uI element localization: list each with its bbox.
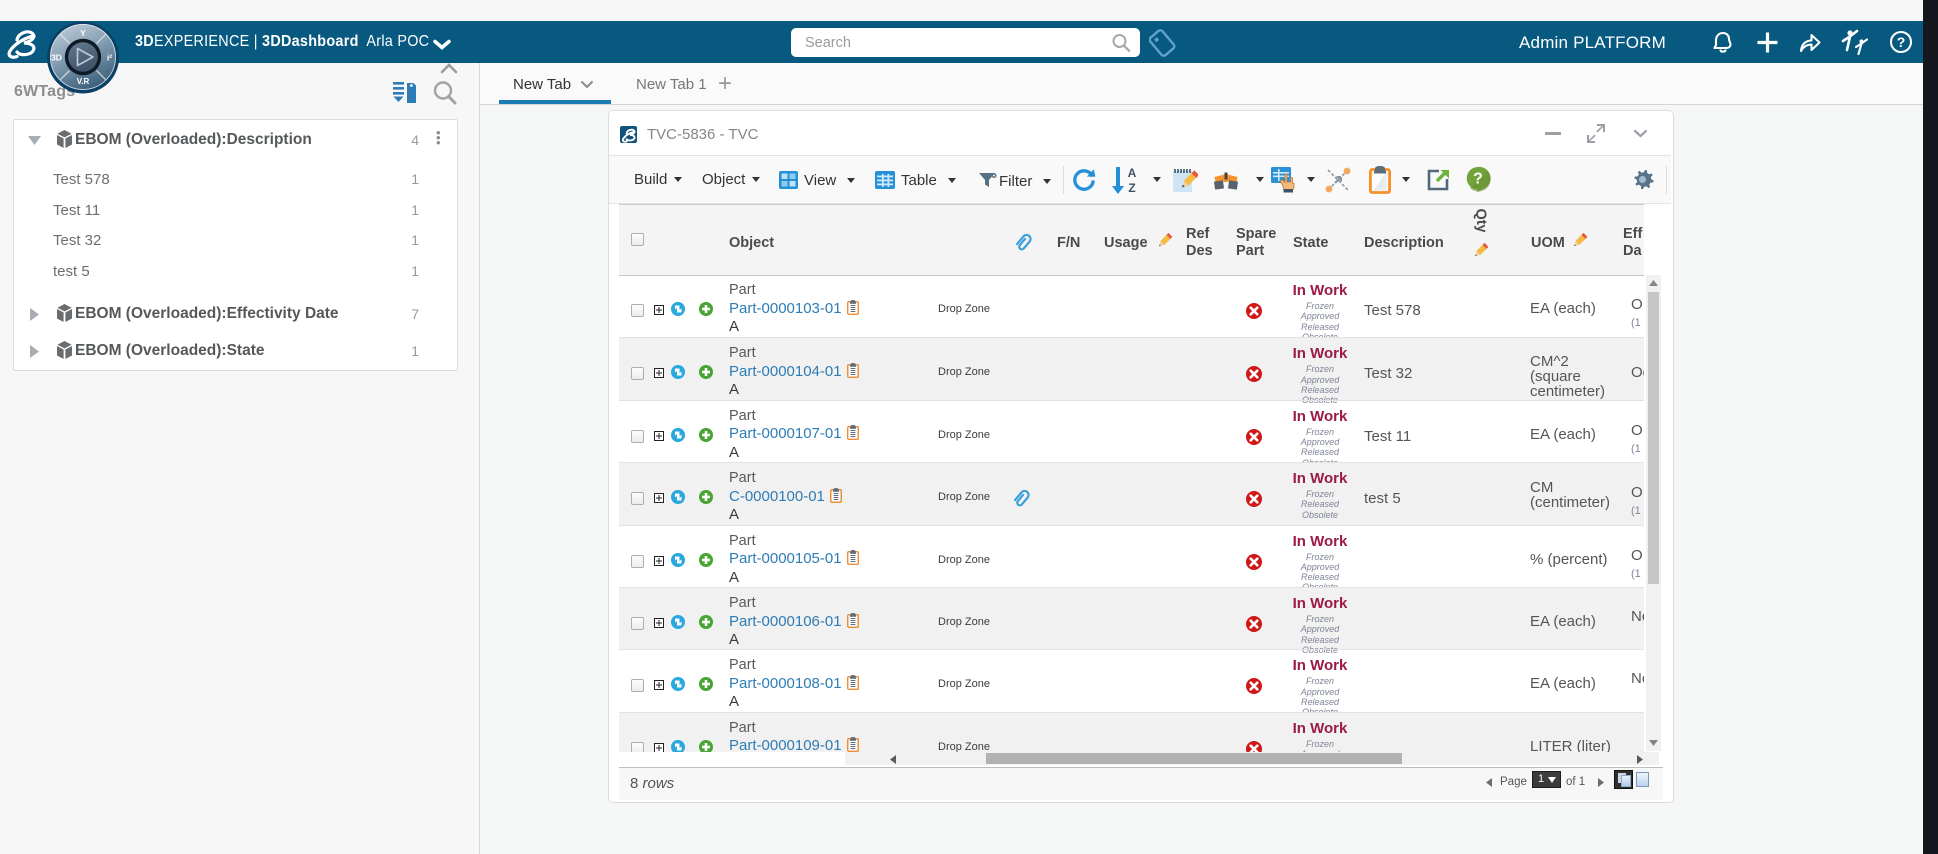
svg-text:Y: Y <box>80 28 86 38</box>
svg-text:3D: 3D <box>51 53 62 63</box>
svg-text:?: ? <box>1897 34 1906 50</box>
svg-text:i²: i² <box>107 53 112 63</box>
svg-text:Z: Z <box>1128 181 1135 194</box>
svg-text:V.R: V.R <box>77 77 90 86</box>
svg-text:A: A <box>1128 166 1137 180</box>
svg-text:?: ? <box>1473 171 1483 188</box>
